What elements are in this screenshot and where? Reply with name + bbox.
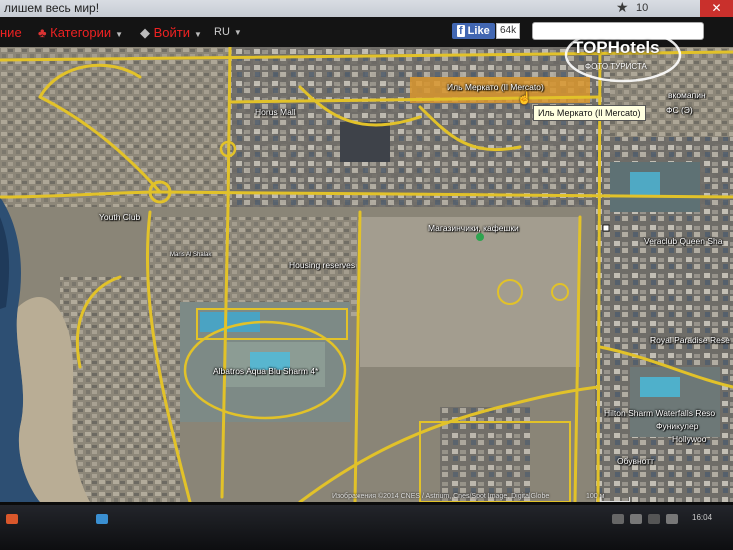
- language-label: RU: [214, 26, 230, 38]
- star-icon[interactable]: ★: [616, 0, 629, 16]
- map-label-royal-paradise[interactable]: Royal Paradise Rese: [650, 335, 730, 345]
- nav-item-login[interactable]: ◆ Войти ▼: [140, 25, 202, 41]
- crown-icon: ♜: [609, 25, 620, 39]
- map-label-hilton-waterfalls[interactable]: Hilton Sharm Waterfalls Reso: [604, 408, 715, 418]
- map-label-top-right[interactable]: вкомапин: [668, 90, 706, 100]
- network-icon[interactable]: [648, 514, 660, 524]
- app-icon[interactable]: [96, 514, 108, 524]
- map-label-funicular[interactable]: Фуникулер: [656, 421, 698, 431]
- language-select[interactable]: RU ▼: [214, 26, 242, 38]
- map-label-veraclub[interactable]: Veraclub Queen Sha: [644, 236, 722, 246]
- facebook-icon: f: [457, 25, 465, 37]
- market-plaza: [360, 217, 580, 367]
- clock: 16:04: [692, 513, 713, 522]
- hotel-blocks-north: [230, 47, 610, 207]
- pool: [640, 377, 680, 397]
- browser-titlebar: лишем весь мир! ★ 10 ✕: [0, 0, 733, 17]
- map-label-shoe-store[interactable]: Обувнотт: [617, 456, 654, 466]
- tray-icon[interactable]: [630, 514, 642, 524]
- map-label-maris[interactable]: Maris Al Shalak: [170, 252, 211, 258]
- map-label-hollywood[interactable]: Hollywoo: [672, 434, 707, 444]
- map-tooltip: Иль Меркато (Il Mercato): [533, 105, 646, 121]
- map-label-youth-club[interactable]: Youth Club: [99, 212, 140, 222]
- map-label-horus-mall[interactable]: Horus Mall: [255, 107, 296, 117]
- screen: лишем весь мир! ★ 10 ✕ ние ♣ Категории ▼ …: [0, 0, 733, 550]
- map-marker[interactable]: [602, 224, 610, 232]
- map-label-shops-cafes[interactable]: Магазинчики, кафешки: [428, 223, 519, 233]
- close-button[interactable]: ✕: [700, 0, 733, 17]
- volume-icon[interactable]: [666, 514, 678, 524]
- nav-item-label: Войти: [153, 25, 191, 40]
- map-marker[interactable]: [476, 233, 484, 241]
- tophotels-logo: ♜ TOPHotels ФОТО ТУРИСТА: [563, 25, 683, 84]
- logo-brand: TOPHotels: [573, 38, 660, 57]
- map-label-housing-reserves[interactable]: Housing reserves: [289, 260, 355, 270]
- tray-icon[interactable]: [612, 514, 624, 524]
- tab-count: 10: [636, 2, 649, 14]
- category-icon: ♣: [38, 25, 47, 40]
- hand-cursor-icon: ☝: [517, 91, 532, 105]
- nav-item-label: Категории: [50, 25, 112, 40]
- map-attribution: Изображения ©2014 CNES / Astrium, Cnes/S…: [332, 493, 550, 500]
- chevron-down-icon: ▼: [194, 30, 202, 39]
- map-label-albatros[interactable]: Albatros Aqua Blu Sharm 4*: [213, 366, 318, 376]
- chevron-down-icon: ▼: [115, 30, 124, 39]
- map-scale-bar: [600, 497, 630, 502]
- window-title: лишем весь мир!: [4, 1, 100, 15]
- building: [340, 122, 390, 162]
- nav-item-home[interactable]: ние: [0, 25, 22, 40]
- fb-like-label: Like: [467, 25, 490, 37]
- facebook-like-button[interactable]: f Like: [452, 23, 495, 39]
- chevron-down-icon: ▼: [233, 28, 242, 37]
- nav-item-categories[interactable]: ♣ Категории ▼: [38, 25, 123, 40]
- map-label-ps[interactable]: ФС (Э): [666, 105, 693, 115]
- facebook-like-count: 64k: [496, 23, 521, 39]
- user-icon: ◆: [140, 25, 150, 40]
- start-icon[interactable]: [6, 514, 18, 524]
- pool: [630, 172, 660, 197]
- os-taskbar: 16:04: [0, 505, 733, 550]
- logo-subtitle: ФОТО ТУРИСТА: [585, 62, 647, 71]
